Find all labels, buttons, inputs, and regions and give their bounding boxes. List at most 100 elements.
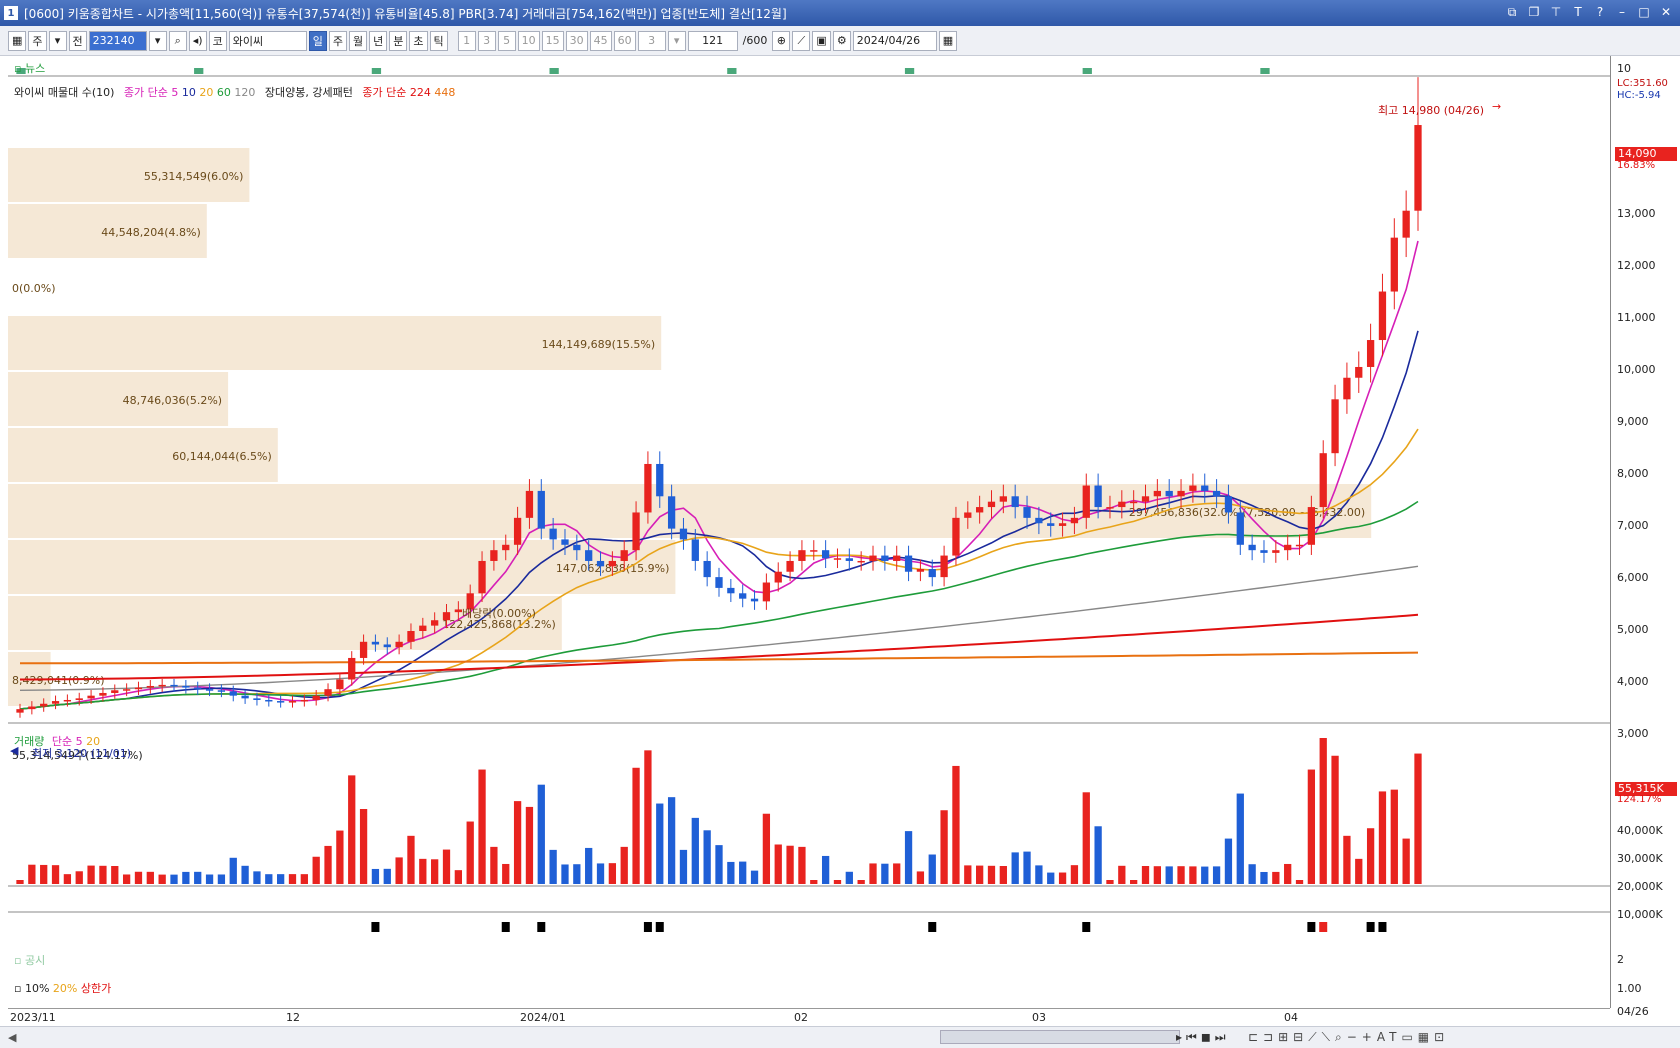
ma20-label: 20 <box>199 86 214 99</box>
candle-body <box>383 644 391 648</box>
candle-body <box>608 560 617 567</box>
news-marker <box>371 68 382 74</box>
scroll-left-icon[interactable]: ◀ <box>8 1031 16 1044</box>
period-tick[interactable]: 틱 <box>429 30 448 51</box>
volume-bar <box>229 857 237 884</box>
volume-bar <box>371 868 380 884</box>
volume-bar <box>798 846 806 884</box>
volume-bar <box>1212 866 1221 884</box>
stock-code-input[interactable]: 232140 <box>88 30 147 51</box>
code-dropdown-icon[interactable]: ▾ <box>148 30 167 51</box>
interval-5[interactable]: 5 <box>497 30 516 51</box>
copy-icon[interactable]: ❐ <box>1526 4 1542 20</box>
search-icon[interactable]: ⌕ <box>168 30 187 51</box>
candle-body <box>40 703 48 707</box>
volume-bar <box>1011 852 1019 884</box>
candle-body <box>632 512 640 551</box>
volume-bar <box>253 871 261 884</box>
date-input[interactable]: 2024/04/26 <box>852 30 937 51</box>
interval-3[interactable]: 3 <box>477 30 496 51</box>
candle-body <box>336 679 344 690</box>
volume-bar <box>146 871 154 884</box>
volume-profile-label: 44,548,204(4.8%) <box>101 226 201 239</box>
sound-icon[interactable]: ◂) <box>188 30 207 51</box>
scroll-controls-icon[interactable]: ▸⏮◼⏭ <box>1176 1030 1230 1045</box>
interval-1[interactable]: 1 <box>457 30 476 51</box>
news-marker <box>1260 68 1270 74</box>
candle-body <box>1177 490 1185 497</box>
period-month[interactable]: 월 <box>349 30 368 51</box>
candle-body <box>75 698 83 700</box>
volume-bar <box>573 864 581 884</box>
price-tick-3000: 3,000 <box>1617 727 1649 740</box>
period-year[interactable]: 년 <box>369 30 388 51</box>
interval-10[interactable]: 10 <box>517 30 540 51</box>
price-tick-12000: 12,000 <box>1617 259 1656 272</box>
volume-bar <box>1023 851 1031 884</box>
volume-bar <box>466 821 474 884</box>
count-input[interactable]: 121 <box>687 30 738 51</box>
volume-bar <box>1236 793 1244 884</box>
volume-bar <box>75 871 83 884</box>
interval-45[interactable]: 45 <box>589 30 612 51</box>
volume-bar <box>1366 828 1375 884</box>
close-icon[interactable]: ✕ <box>1658 4 1674 20</box>
chart-tools-icon[interactable]: ⊏⊐⊞⊟⟋⟍⌕−+AT▭▦⊡ <box>1248 1030 1449 1045</box>
line-tool-icon[interactable]: ⟋ <box>792 30 811 51</box>
price-tick-5000: 5,000 <box>1617 623 1649 636</box>
link-icon[interactable]: ⧉ <box>1504 4 1520 20</box>
limit-marker <box>371 922 380 932</box>
price-tick-4000: 4,000 <box>1617 675 1649 688</box>
font-icon[interactable]: T <box>1570 4 1586 20</box>
candle-body <box>1224 496 1233 513</box>
current-price-tag: 14,090 <box>1615 147 1677 161</box>
volume-bar <box>1058 872 1067 884</box>
interval-dropdown-icon[interactable]: ▾ <box>667 30 686 51</box>
candle-body <box>1047 523 1055 526</box>
candle-body <box>656 463 664 497</box>
period-minute[interactable]: 분 <box>389 30 408 51</box>
window-number-badge: 1 <box>4 6 18 20</box>
period-week[interactable]: 주 <box>328 30 348 51</box>
chart-plot-area[interactable]: 55,314,549(6.0%) 44,548,204(4.8%) 0(0.0%) 1… <box>8 56 1610 1008</box>
candle-body <box>1082 485 1090 518</box>
candle-body <box>620 550 628 561</box>
calendar-icon[interactable]: ▦ <box>938 30 958 51</box>
interval-30[interactable]: 30 <box>565 30 588 51</box>
candle-body <box>1130 501 1138 504</box>
candle-body <box>51 701 60 704</box>
period-day[interactable]: 일 <box>308 30 327 51</box>
help-icon[interactable]: ? <box>1592 4 1608 20</box>
volume-bar <box>1343 835 1351 884</box>
volume-tick-40000: 40,000K <box>1617 824 1663 837</box>
candle-body <box>87 695 95 699</box>
limit-marker <box>1378 922 1387 932</box>
candle-body <box>774 571 782 583</box>
save-icon[interactable]: ▣ <box>812 30 831 51</box>
volume-bar <box>336 830 344 884</box>
crosshair-icon[interactable]: ⊕ <box>772 30 791 51</box>
interval-custom[interactable]: 3 <box>637 30 666 51</box>
pin-icon[interactable]: ⊤ <box>1548 4 1564 20</box>
volume-bar <box>525 806 534 884</box>
candle-body <box>1355 366 1363 378</box>
period-second[interactable]: 초 <box>409 30 428 51</box>
settings-icon[interactable]: ⚙ <box>832 30 851 51</box>
mode-select[interactable]: 전 <box>68 30 87 51</box>
limit-marker <box>537 922 546 932</box>
layout-icon[interactable]: ▦ <box>8 30 27 51</box>
scroll-thumb[interactable] <box>940 1030 1180 1044</box>
limit-marker <box>655 922 664 932</box>
minimize-icon[interactable]: – <box>1614 4 1630 20</box>
maximize-icon[interactable]: □ <box>1636 4 1652 20</box>
candle-body <box>513 517 522 545</box>
period-main-select[interactable]: 주 <box>28 30 47 51</box>
interval-15[interactable]: 15 <box>541 30 564 51</box>
chevron-down-icon[interactable]: ▾ <box>48 30 67 51</box>
interval-60[interactable]: 60 <box>613 30 636 51</box>
stock-name-field[interactable]: 와이씨 <box>228 30 307 51</box>
candle-body <box>359 641 368 658</box>
price-tick-9000: 9,000 <box>1617 415 1649 428</box>
horizontal-scrollbar[interactable]: ◀ ▸⏮◼⏭ ⊏⊐⊞⊟⟋⟍⌕−+AT▭▦⊡ <box>0 1026 1680 1048</box>
candle-body <box>869 555 877 561</box>
